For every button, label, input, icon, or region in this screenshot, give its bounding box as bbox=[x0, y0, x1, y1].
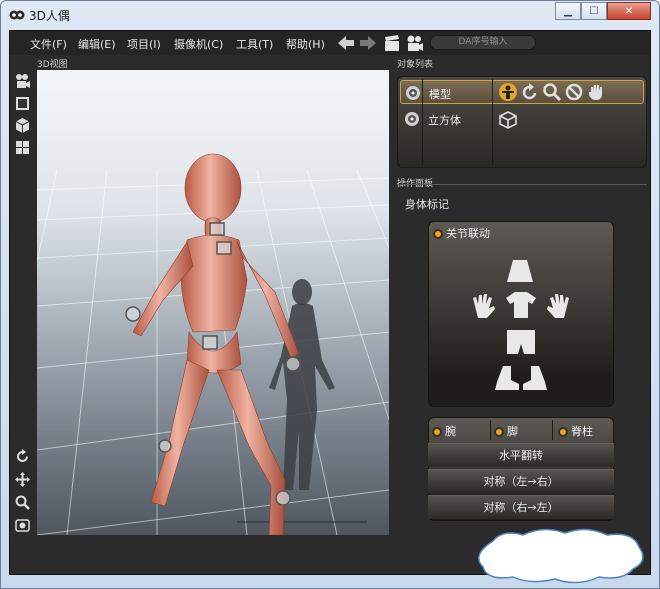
body-parts-panel: 关节联动 bbox=[428, 221, 614, 407]
minimize-icon: ▁ bbox=[564, 5, 572, 17]
film-icon[interactable] bbox=[14, 95, 31, 112]
object-name-cube: 立方体 bbox=[428, 114, 461, 127]
maximize-icon: ☐ bbox=[589, 5, 599, 17]
wrist-option-label: 腕 bbox=[445, 425, 456, 438]
menu-camera[interactable]: 摄像机(C) bbox=[174, 36, 223, 52]
app-window: 3D人偶 ▁ ☐ ✕ 文件(F) 编辑(E) 项目(I) 摄像机(C) 工具(T… bbox=[0, 0, 660, 589]
option-divider bbox=[552, 420, 553, 440]
close-icon: ✕ bbox=[624, 5, 634, 17]
object-row-cube[interactable]: 立方体 bbox=[400, 107, 644, 131]
joint-linkage-toggle[interactable]: 关节联动 bbox=[433, 225, 490, 241]
zoom-tool-icon[interactable] bbox=[542, 82, 562, 102]
right-hand-icon[interactable] bbox=[469, 292, 497, 322]
object-list-panel: 模型 立方体 bbox=[397, 76, 647, 168]
torso-part-icon[interactable] bbox=[505, 290, 537, 320]
head-part-icon[interactable] bbox=[505, 258, 535, 284]
menu-project[interactable]: 项目(I) bbox=[127, 36, 161, 52]
horizontal-flip-button[interactable]: 水平翻转 bbox=[428, 443, 614, 467]
maximize-button[interactable]: ☐ bbox=[581, 2, 607, 20]
foot-radio-icon bbox=[494, 427, 504, 437]
spine-option[interactable]: 脊柱 bbox=[558, 423, 593, 439]
forward-arrow-icon[interactable] bbox=[358, 33, 378, 53]
wrist-option[interactable]: 腕 bbox=[432, 423, 456, 439]
column-divider bbox=[422, 79, 423, 165]
divider bbox=[397, 184, 647, 185]
foot-option[interactable]: 脚 bbox=[494, 423, 518, 439]
menu-help[interactable]: 帮助(H) bbox=[286, 36, 325, 52]
menu-edit[interactable]: 编辑(E) bbox=[78, 36, 116, 52]
layout-panels-icon[interactable] bbox=[14, 139, 31, 156]
cloud-callout bbox=[478, 528, 644, 584]
operation-panel-label: 操作面板 bbox=[397, 179, 434, 189]
zoom-icon[interactable] bbox=[14, 494, 31, 511]
joint-linkage-label: 关节联动 bbox=[446, 227, 490, 240]
cube-tool-icon[interactable] bbox=[498, 110, 518, 130]
minimize-button[interactable]: ▁ bbox=[555, 2, 581, 20]
3d-viewport[interactable] bbox=[37, 70, 389, 535]
client-area: 文件(F) 编辑(E) 项目(I) 摄像机(C) 工具(T) 帮助(H) DA序… bbox=[9, 30, 651, 575]
app-logo-icon bbox=[9, 10, 25, 20]
back-arrow-icon[interactable] bbox=[336, 33, 356, 53]
pan-move-icon[interactable] bbox=[14, 471, 31, 488]
viewport-label: 3D视图 bbox=[37, 60, 68, 70]
options-row: 腕 脚 脊柱 bbox=[428, 419, 614, 441]
column-divider bbox=[492, 79, 493, 165]
camera-icon[interactable] bbox=[404, 33, 424, 53]
menu-tools[interactable]: 工具(T) bbox=[236, 36, 273, 52]
feet-part-icon[interactable] bbox=[493, 364, 549, 392]
object-name-model: 模型 bbox=[429, 88, 451, 101]
object-list-label: 对象列表 bbox=[397, 60, 434, 70]
pose-figure-icon[interactable] bbox=[498, 82, 518, 102]
visibility-eye-icon[interactable] bbox=[404, 111, 420, 127]
cube-icon[interactable] bbox=[14, 117, 31, 134]
spine-option-label: 脊柱 bbox=[571, 425, 593, 438]
menu-file[interactable]: 文件(F) bbox=[30, 36, 67, 52]
wrist-radio-icon bbox=[432, 427, 442, 437]
reset-tool-icon[interactable] bbox=[564, 82, 584, 102]
visibility-eye-icon[interactable] bbox=[405, 85, 421, 101]
mirror-left-to-right-button[interactable]: 对称（左→右） bbox=[428, 469, 614, 493]
da-number-input[interactable]: DA序号输入 bbox=[430, 35, 536, 50]
left-hand-icon[interactable] bbox=[545, 292, 573, 322]
title-bar[interactable]: 3D人偶 ▁ ☐ ✕ bbox=[1, 1, 659, 29]
rotate-view-icon[interactable] bbox=[14, 448, 31, 465]
spine-radio-icon bbox=[558, 427, 568, 437]
scene-canvas bbox=[37, 153, 389, 535]
menu-bar: 文件(F) 编辑(E) 项目(I) 摄像机(C) 工具(T) 帮助(H) DA序… bbox=[10, 31, 650, 55]
body-mark-heading: 身体标记 bbox=[405, 198, 449, 211]
camera-view-icon[interactable] bbox=[14, 73, 31, 90]
clapperboard-icon[interactable] bbox=[382, 33, 402, 53]
rotate-tool-icon[interactable] bbox=[520, 82, 540, 102]
mirror-right-to-left-button[interactable]: 对称（右→左） bbox=[428, 495, 614, 519]
option-divider bbox=[490, 420, 491, 440]
foot-option-label: 脚 bbox=[507, 425, 518, 438]
close-button[interactable]: ✕ bbox=[607, 2, 651, 20]
linkage-radio-icon bbox=[433, 229, 443, 239]
hand-tool-icon[interactable] bbox=[586, 82, 606, 102]
window-title: 3D人偶 bbox=[29, 9, 70, 23]
hips-part-icon[interactable] bbox=[505, 328, 537, 356]
frame-view-icon[interactable] bbox=[14, 517, 31, 534]
